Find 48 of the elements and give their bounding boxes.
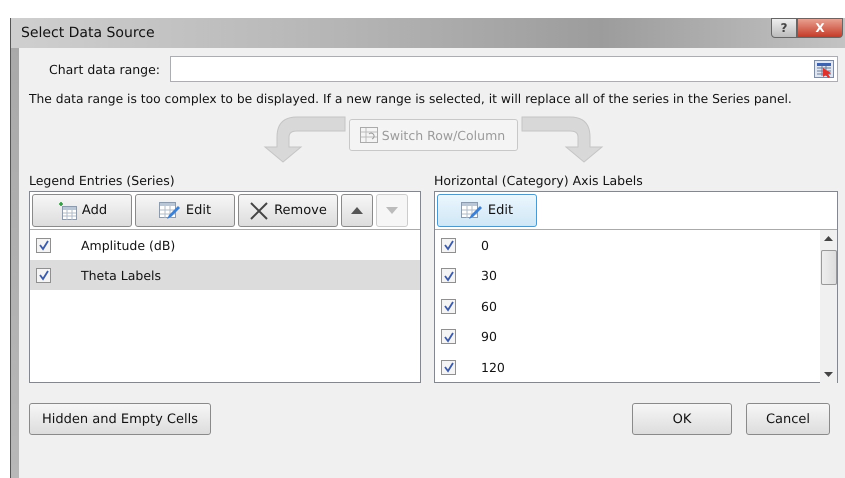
move-up-button[interactable] — [341, 194, 373, 227]
checkbox[interactable] — [441, 329, 456, 344]
up-triangle-icon — [351, 207, 363, 214]
scrollbar-thumb[interactable] — [820, 250, 836, 285]
axis-label-item[interactable]: 0 — [435, 230, 820, 260]
info-message: The data range is too complex to be displayed. If a new range is selected, it will replace all of the series in the Series panel. — [29, 91, 793, 108]
checkbox[interactable] — [441, 268, 456, 284]
edit-button[interactable]: Edit — [135, 194, 235, 227]
axis-label-item[interactable]: 120 — [435, 352, 820, 382]
ok-button[interactable]: OK — [632, 403, 732, 435]
axis-label-value: 120 — [481, 360, 505, 375]
x-icon — [249, 202, 270, 220]
series-name: Theta Labels — [81, 268, 162, 282]
axis-label-value: 30 — [481, 268, 497, 284]
hidden-empty-cells-button[interactable]: Hidden and Empty Cells — [29, 403, 211, 435]
series-name: Amplitude (dB) — [81, 238, 176, 252]
scrollbar[interactable] — [820, 230, 837, 382]
checkbox[interactable] — [441, 298, 456, 314]
axis-label-value: 90 — [481, 329, 497, 344]
add-table-icon — [56, 202, 77, 220]
axis-label-item[interactable]: 30 — [435, 260, 820, 291]
cancel-button[interactable]: Cancel — [746, 403, 830, 435]
switch-icon — [360, 127, 378, 143]
chart-data-range-field[interactable] — [170, 56, 838, 82]
checkbox[interactable] — [36, 238, 51, 252]
axis-label-item[interactable]: 90 — [435, 322, 820, 352]
scroll-down-icon[interactable] — [824, 372, 833, 376]
edit-table-icon — [158, 202, 181, 220]
series-list-item[interactable]: Amplitude (dB) — [30, 230, 420, 260]
edit-table-icon — [460, 202, 483, 220]
panel-title: Horizontal (Category) Axis Labels — [434, 173, 644, 188]
checkbox[interactable] — [36, 268, 51, 282]
add-button[interactable]: Add — [32, 194, 132, 227]
help-button[interactable]: ? — [771, 18, 797, 38]
panel-title: Legend Entries (Series) — [29, 173, 176, 188]
axis-label-value: 0 — [481, 238, 489, 253]
checkbox[interactable] — [441, 238, 456, 253]
series-list-item[interactable]: Theta Labels — [30, 260, 420, 290]
checkbox[interactable] — [441, 360, 456, 375]
axis-label-value: 60 — [481, 298, 497, 314]
window-title: Select Data Source — [21, 25, 155, 41]
down-triangle-icon — [386, 207, 398, 214]
axis-label-item[interactable]: 60 — [435, 291, 820, 322]
field-label: Chart data range: — [49, 62, 160, 76]
range-picker-icon[interactable] — [814, 60, 834, 78]
edit-button[interactable]: Edit — [437, 194, 537, 227]
scroll-up-icon[interactable] — [824, 236, 833, 241]
remove-button[interactable]: Remove — [238, 194, 338, 227]
